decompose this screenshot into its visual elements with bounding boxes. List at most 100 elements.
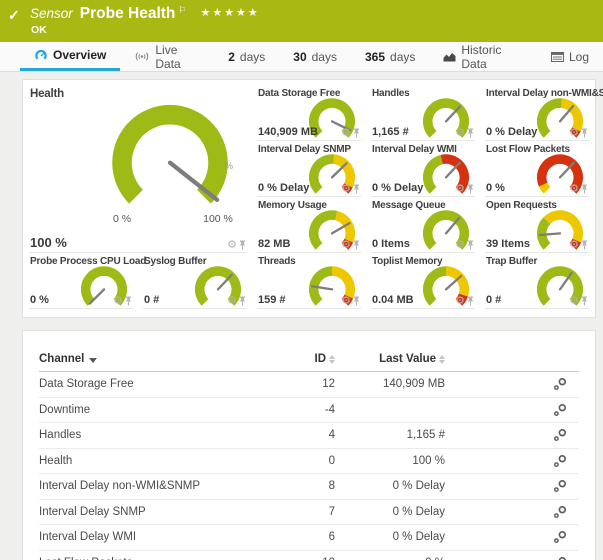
gauge-tile: Memory Usage82 MB⚙ [257,197,361,253]
gear-icon[interactable]: ⚙ [227,240,237,250]
tab-label: Log [569,50,589,64]
gauge-value: 0 % [30,294,49,306]
column-header-last-value[interactable]: Last Value [335,353,457,365]
gauge-value: 0 % [486,182,505,194]
channel-last-value: 100 % [412,455,445,467]
gauge-value: 0 % Delay [486,126,537,138]
pin-icon[interactable] [353,240,360,250]
column-header-id[interactable]: ID [245,353,335,365]
status-badge: OK [31,24,47,36]
pin-icon[interactable] [581,184,588,194]
channel-id: -4 [325,404,335,416]
gauge-value: 0 # [486,294,501,306]
gear-icon[interactable]: ⚙ [455,240,465,250]
tab-bar: OverviewLive Data2days30days365daysHisto… [0,42,603,72]
gear-icon[interactable]: ⚙ [455,296,465,306]
gauge-tile: Lost Flow Packets0 %⚙ [485,141,589,197]
historic-data-icon [443,51,456,62]
pin-icon[interactable] [239,240,246,250]
channel-settings-icon[interactable] [553,556,567,560]
tab-historic-data[interactable]: Historic Data [429,42,537,71]
gear-icon[interactable]: ⚙ [227,296,237,306]
gauge-tile: Message Queue0 Items⚙ [371,197,475,253]
gear-icon[interactable]: ⚙ [341,240,351,250]
gauge-label: Trap Buffer [486,256,537,267]
tab-number: 30 [293,50,306,64]
gauge-scale-min: 0 % [102,213,142,225]
gear-icon[interactable]: ⚙ [341,128,351,138]
tab-label: Overview [53,48,106,62]
table-row: Handles41,165 # [39,423,579,449]
gauge-tile: Threads159 #⚙ [257,253,361,309]
gauges-grid: Health % 0 % 100 % 100 % ⚙ Data Storage … [29,85,589,309]
gauge-icon [34,49,48,62]
pin-icon[interactable] [353,296,360,306]
sort-caret-icon [89,358,97,363]
tab-365-days[interactable]: 365days [351,42,429,71]
pin-icon[interactable] [353,128,360,138]
gear-icon[interactable]: ⚙ [455,184,465,194]
status-check-icon: ✓ [8,7,20,24]
gauge-tile: Interval Delay WMI0 % Delay⚙ [371,141,475,197]
channel-settings-icon[interactable] [553,505,567,519]
gauge-value: 39 Items [486,238,530,250]
column-label: ID [315,353,327,365]
gear-icon[interactable]: ⚙ [569,240,579,250]
channel-settings-icon[interactable] [553,454,567,468]
table-row: Lost Flow Packets100 % [39,551,579,560]
gear-icon[interactable]: ⚙ [455,128,465,138]
tab-label: Historic Data [461,43,523,71]
gear-icon[interactable]: ⚙ [341,296,351,306]
pin-icon[interactable] [467,184,474,194]
channel-settings-icon[interactable] [553,479,567,493]
tab-label: days [312,50,337,64]
channel-name: Health [39,455,72,467]
channel-settings-icon[interactable] [553,428,567,442]
sensor-kind-label: Sensor [30,6,73,21]
gauge-tile: Trap Buffer 0 # ⚙ [485,253,589,309]
tab-overview[interactable]: Overview [20,42,120,71]
gauge-scale-max: 100 % [196,213,240,225]
channel-settings-icon[interactable] [553,377,567,391]
health-gauge-tile: Health % 0 % 100 % 100 % ⚙ [29,85,247,253]
tab-2-days[interactable]: 2days [214,42,279,71]
gauge-tile: Open Requests39 Items⚙ [485,197,589,253]
pin-icon[interactable] [353,184,360,194]
channel-settings-icon[interactable] [553,530,567,544]
pin-icon[interactable] [581,296,588,306]
gauge-value: 100 % [30,235,67,250]
column-label: Last Value [379,353,436,365]
pin-icon[interactable] [125,296,132,306]
channel-name: Downtime [39,404,90,416]
channel-id: 12 [322,378,335,390]
gauge-tile: Data Storage Free140,909 MB⚙ [257,85,361,141]
sensor-header: ✓ Sensor Probe Health ⚐ ★★★★★ OK [0,0,603,42]
pin-icon[interactable] [581,128,588,138]
pin-icon[interactable] [239,296,246,306]
priority-stars[interactable]: ★★★★★ [200,6,259,19]
column-label: Channel [39,353,84,365]
tab-label: days [390,50,415,64]
gauges-panel: Health % 0 % 100 % 100 % ⚙ Data Storage … [22,79,596,318]
channel-settings-icon[interactable] [553,403,567,417]
pin-icon[interactable] [467,240,474,250]
pin-icon[interactable] [467,296,474,306]
gauge-value: 0 Items [372,238,410,250]
column-header-channel[interactable]: Channel [39,353,245,365]
tab-log[interactable]: Log [537,42,603,71]
channel-name: Data Storage Free [39,378,134,390]
tab-30-days[interactable]: 30 days [279,42,351,71]
tab-live-data[interactable]: Live Data [120,42,214,71]
gear-icon[interactable]: ⚙ [341,184,351,194]
sort-arrows-icon [439,355,445,364]
channel-last-value: 0 % Delay [393,480,445,492]
gear-icon[interactable]: ⚙ [569,128,579,138]
pin-icon[interactable] [581,240,588,250]
table-body: Data Storage Free12140,909 MBDowntime-4H… [39,372,579,560]
channel-last-value: 1,165 # [407,429,445,441]
pin-icon[interactable] [467,128,474,138]
gear-icon[interactable]: ⚙ [569,296,579,306]
gear-icon[interactable]: ⚙ [113,296,123,306]
gear-icon[interactable]: ⚙ [569,184,579,194]
gauge-value: 159 # [258,294,286,306]
